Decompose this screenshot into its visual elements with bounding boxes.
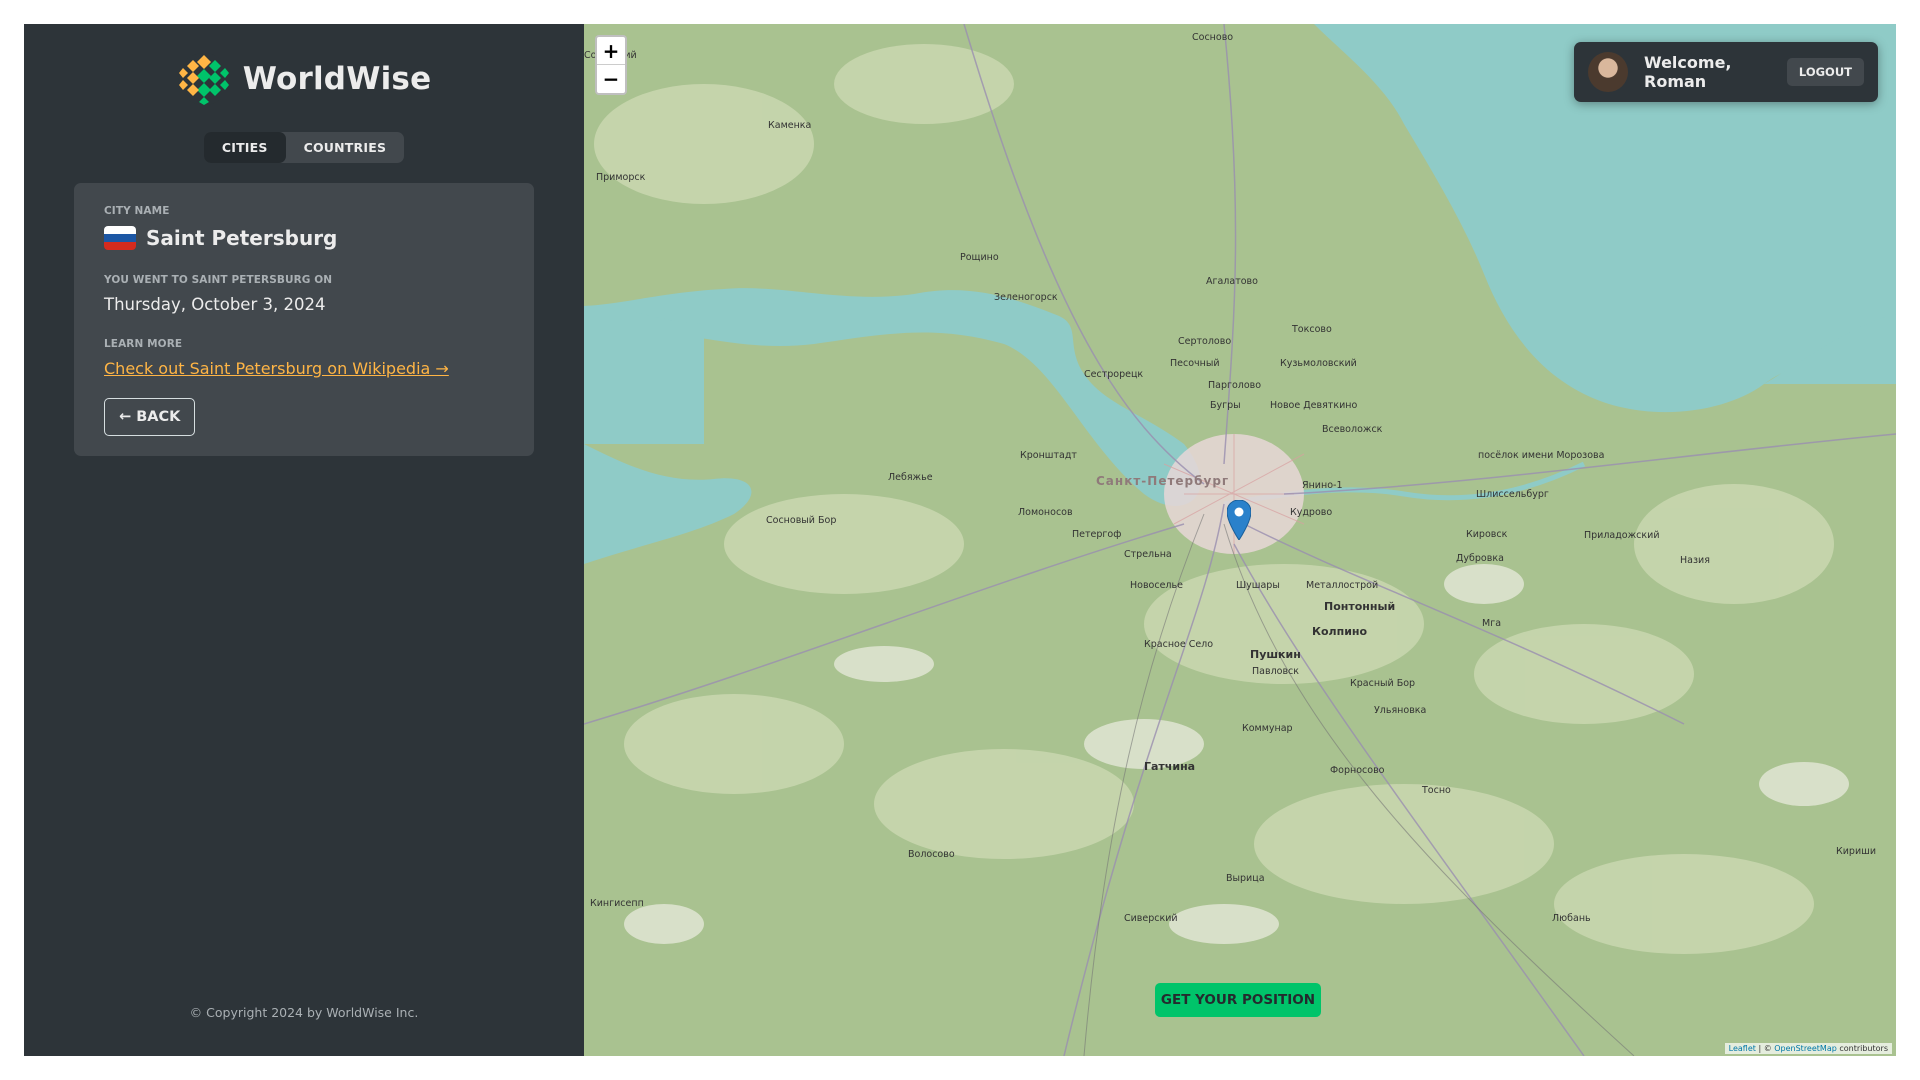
zoom-out-button[interactable]: − xyxy=(597,65,625,93)
map-place-label: Кузьмоловский xyxy=(1280,358,1357,369)
learn-more-field: LEARN MORE Check out Saint Petersburg on… xyxy=(104,338,504,378)
map-attribution: Leaflet | © OpenStreetMap contributors xyxy=(1724,1043,1892,1054)
map-place-label: Кудрово xyxy=(1290,507,1333,518)
logout-button[interactable]: LOGOUT xyxy=(1786,58,1864,86)
zoom-control: + − xyxy=(595,35,627,95)
map-place-label: Понтонный xyxy=(1324,600,1396,613)
map-place-label: Дубровка xyxy=(1456,553,1504,564)
map-place-label: Пушкин xyxy=(1250,648,1301,661)
map-tiles[interactable] xyxy=(584,24,1896,1056)
get-position-button[interactable]: GET YOUR POSITION xyxy=(1155,983,1321,1017)
map-place-label: Петергоф xyxy=(1072,529,1122,540)
city-marker-icon[interactable] xyxy=(1227,500,1251,540)
logo-icon xyxy=(177,53,230,105)
visited-date-field: YOU WENT TO SAINT PETERSBURG ON Thursday… xyxy=(104,274,504,314)
map-place-label: Новое Девяткино xyxy=(1270,400,1358,411)
map-place-label: Ломоносов xyxy=(1018,507,1073,518)
map-place-label: Красный Бор xyxy=(1350,678,1416,689)
app-name: WorldWise xyxy=(242,61,432,97)
zoom-in-button[interactable]: + xyxy=(597,37,625,65)
app-layout: WorldWise CITIES COUNTRIES CITY NAME Sai… xyxy=(24,24,1896,1056)
map-place-label: Токсово xyxy=(1292,324,1332,335)
map-place-label: Кириши xyxy=(1836,846,1876,857)
map-place-label: Кронштадт xyxy=(1020,450,1077,461)
map-place-label: Сосновый Бор xyxy=(766,515,837,526)
city-details-card: CITY NAME Saint Petersburg YOU WENT TO S… xyxy=(74,183,534,456)
map-place-label: Волосово xyxy=(908,849,955,860)
map-place-label: Лебяжье xyxy=(888,472,933,483)
back-button[interactable]: ← BACK xyxy=(104,398,196,436)
map-place-label: Сосново xyxy=(1192,32,1234,43)
map-place-label: Янино-1 xyxy=(1302,480,1343,491)
map-place-label: Тосно xyxy=(1422,785,1451,796)
city-name-label: CITY NAME xyxy=(104,205,170,217)
map-place-label: Мга xyxy=(1482,618,1502,629)
map-place-label: Колпино xyxy=(1312,625,1368,638)
map-place-label: Каменка xyxy=(768,120,812,131)
map-place-label: Коммунар xyxy=(1242,723,1293,734)
city-name-row: Saint Petersburg xyxy=(104,226,504,250)
map-place-label: Сертолово xyxy=(1178,336,1232,347)
leaflet-link[interactable]: Leaflet xyxy=(1729,1044,1756,1053)
map-place-label: Шушары xyxy=(1236,580,1280,591)
map-place-label: Всеволожск xyxy=(1322,424,1383,435)
visited-date: Thursday, October 3, 2024 xyxy=(104,295,326,314)
map-place-label: Приладожский xyxy=(1584,530,1660,541)
city-name: Saint Petersburg xyxy=(146,226,338,250)
map-place-label: Сестрорецк xyxy=(1084,369,1144,380)
attribution-contributors: contributors xyxy=(1836,1044,1888,1053)
map-place-label: Любань xyxy=(1552,913,1591,924)
map-place-label: Павловск xyxy=(1252,666,1300,677)
tab-cities[interactable]: CITIES xyxy=(203,132,286,163)
map-place-label: Зеленогорск xyxy=(994,292,1058,303)
map-place-label: Назия xyxy=(1680,555,1710,566)
map-place-label: Ульяновка xyxy=(1374,705,1427,716)
avatar xyxy=(1588,52,1628,92)
copyright: © Copyright 2024 by WorldWise Inc. xyxy=(189,1005,419,1020)
map-place-label: Красное Село xyxy=(1144,639,1214,650)
map-place-label: посёлок имени Морозова xyxy=(1478,450,1605,461)
learn-more-label: LEARN MORE xyxy=(104,338,183,350)
map-place-label: Агалатово xyxy=(1206,276,1258,287)
map-place-label: Песочный xyxy=(1170,358,1220,369)
map-place-label: Кировск xyxy=(1466,529,1508,540)
map-container[interactable]: СосновоСоветскийКаменкаПриморскРощиноЗел… xyxy=(584,24,1896,1056)
map-place-label: Вырица xyxy=(1226,873,1265,884)
attribution-separator: | © xyxy=(1755,1044,1775,1053)
map-place-label: Новоселье xyxy=(1130,580,1183,591)
sidebar: WorldWise CITIES COUNTRIES CITY NAME Sai… xyxy=(24,24,584,1056)
app-nav: CITIES COUNTRIES xyxy=(203,132,405,163)
map-place-label: Приморск xyxy=(596,172,646,183)
map-place-label: Рощино xyxy=(960,252,999,263)
visited-date-label: YOU WENT TO SAINT PETERSBURG ON xyxy=(104,274,333,286)
logo[interactable]: WorldWise xyxy=(177,52,432,106)
map-place-label: Санкт-Петербург xyxy=(1096,474,1230,488)
tab-countries[interactable]: COUNTRIES xyxy=(286,132,405,163)
map-place-label: Стрельна xyxy=(1124,549,1172,560)
welcome-text: Welcome, Roman xyxy=(1644,53,1732,91)
map-place-label: Шлиссельбург xyxy=(1476,489,1549,500)
russia-flag-icon xyxy=(104,226,136,250)
wikipedia-link[interactable]: Check out Saint Petersburg on Wikipedia … xyxy=(104,359,449,378)
city-name-field: CITY NAME Saint Petersburg xyxy=(104,205,504,250)
map-place-label: Форносово xyxy=(1330,765,1385,776)
map-place-label: Гатчина xyxy=(1144,760,1196,773)
openstreetmap-link[interactable]: OpenStreetMap xyxy=(1774,1044,1837,1053)
map-place-label: Кингисепп xyxy=(590,898,644,909)
map-place-label: Сиверский xyxy=(1124,913,1178,924)
user-panel: Welcome, Roman LOGOUT xyxy=(1574,42,1878,102)
map-place-label: Металлострой xyxy=(1306,580,1379,591)
map-place-label: Парголово xyxy=(1208,380,1262,391)
map-place-label: Бугры xyxy=(1210,400,1241,411)
